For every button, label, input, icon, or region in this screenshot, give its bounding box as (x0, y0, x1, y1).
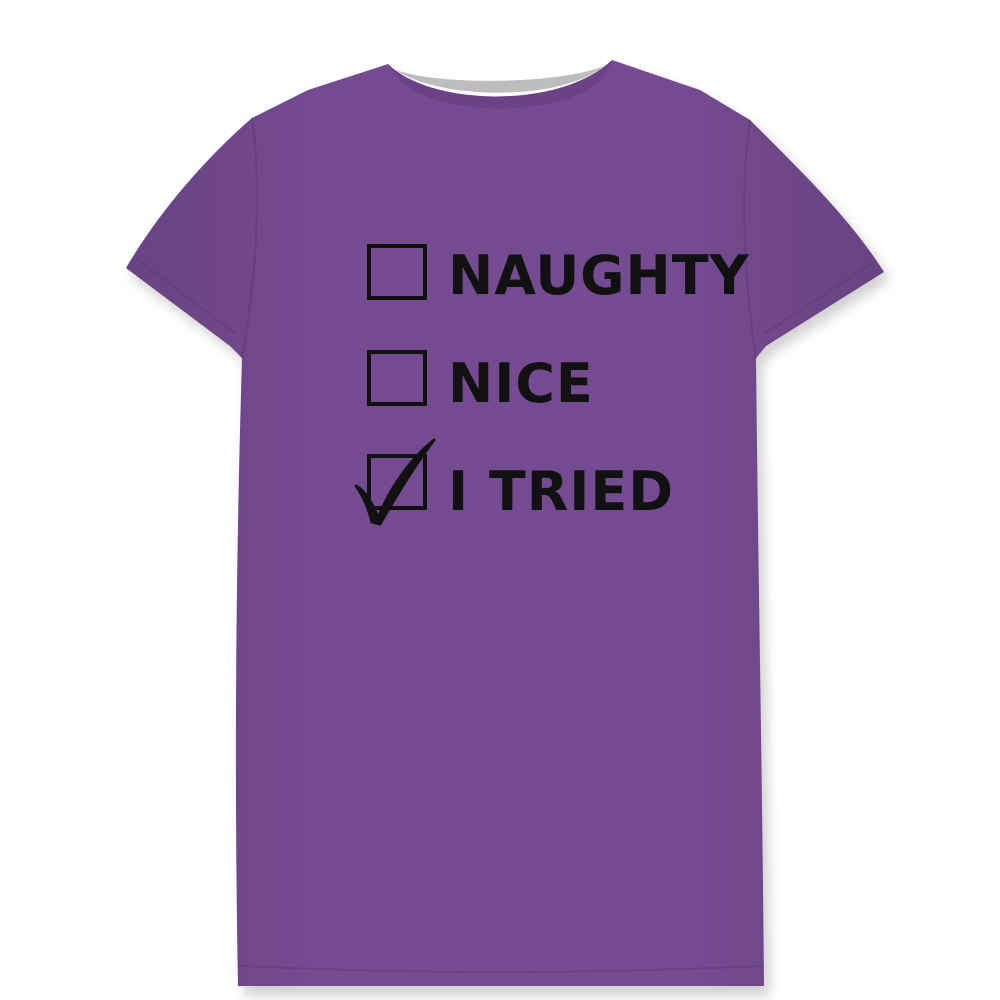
label-naughty: Naughty (448, 244, 750, 307)
label-nice: Nice (448, 352, 594, 415)
tshirt-product-image: Naughty Nice I Tried (126, 60, 890, 996)
label-i-tried: I Tried (448, 460, 674, 523)
tshirt-shading (126, 60, 884, 986)
